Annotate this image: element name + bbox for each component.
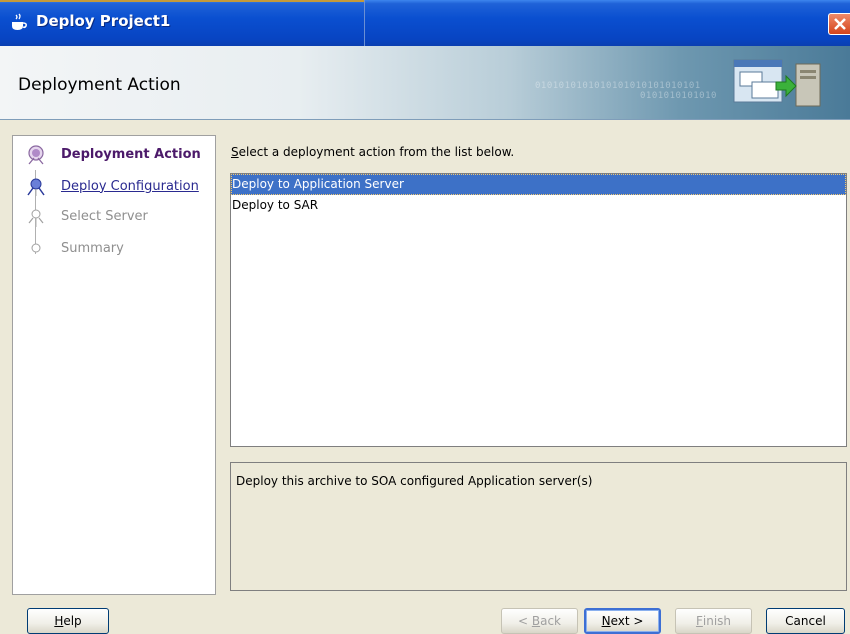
back-button[interactable]: < Back (501, 608, 578, 634)
nav-step-label: Select Server (61, 208, 148, 224)
help-label: elp (63, 614, 82, 628)
nav-step-label: Summary (61, 240, 124, 256)
help-mnemonic: H (54, 614, 64, 628)
nav-step-deployment-action[interactable]: Deployment Action (25, 143, 201, 165)
page-title: Deployment Action (18, 75, 181, 95)
deploy-to-server-icon (732, 58, 824, 113)
step-disabled-icon (25, 205, 47, 227)
action-description: Deploy this archive to SOA configured Ap… (236, 474, 593, 488)
cancel-label: Cancel (785, 614, 826, 628)
instruction-mnemonic: S (231, 145, 239, 159)
close-x-icon (834, 18, 846, 30)
nav-step-label: Deploy Configuration (61, 178, 199, 194)
finish-button[interactable]: Finish (675, 608, 752, 634)
next-mnemonic: N (601, 614, 611, 628)
finish-label: inish (702, 614, 732, 628)
title-bar: Deploy Project1 (0, 0, 850, 46)
back-mnemonic: B (531, 614, 541, 628)
cancel-button[interactable]: Cancel (766, 608, 845, 634)
nav-step-summary: Summary (25, 237, 124, 259)
step-pending-icon (25, 175, 47, 197)
binary-decoration-2: 0101010101010 (640, 91, 717, 101)
step-current-icon (25, 143, 47, 165)
back-prefix: < (517, 614, 532, 628)
binary-decoration: 0101010101010101010101010101 (535, 81, 701, 91)
next-button[interactable]: Next > (584, 608, 661, 634)
nav-step-select-server: Select Server (25, 205, 148, 227)
step-final-icon (25, 237, 47, 259)
help-button[interactable]: Help (27, 608, 109, 634)
wizard-step-panel: Deployment Action Deploy Configuration S… (12, 135, 216, 595)
back-label: ack (540, 614, 561, 628)
description-panel: Deploy this archive to SOA configured Ap… (230, 462, 847, 591)
nav-step-deploy-configuration[interactable]: Deploy Configuration (25, 175, 199, 197)
coffee-cup-icon (9, 13, 29, 31)
deployment-action-list[interactable]: Deploy to Application Server Deploy to S… (230, 173, 847, 447)
list-item[interactable]: Deploy to Application Server (231, 174, 846, 195)
title-bar-caption-area: Deploy Project1 (0, 0, 365, 46)
instruction-text: Select a deployment action from the list… (231, 145, 514, 159)
finish-mnemonic: F (695, 614, 703, 628)
wizard-header: Deployment Action 0101010101010101010101… (0, 46, 850, 120)
close-button[interactable] (828, 13, 850, 35)
list-item[interactable]: Deploy to SAR (231, 195, 846, 216)
nav-step-label: Deployment Action (61, 146, 201, 162)
window-title: Deploy Project1 (36, 12, 171, 30)
instruction-rest: elect a deployment action from the list … (238, 145, 515, 159)
next-label: ext > (610, 614, 644, 628)
